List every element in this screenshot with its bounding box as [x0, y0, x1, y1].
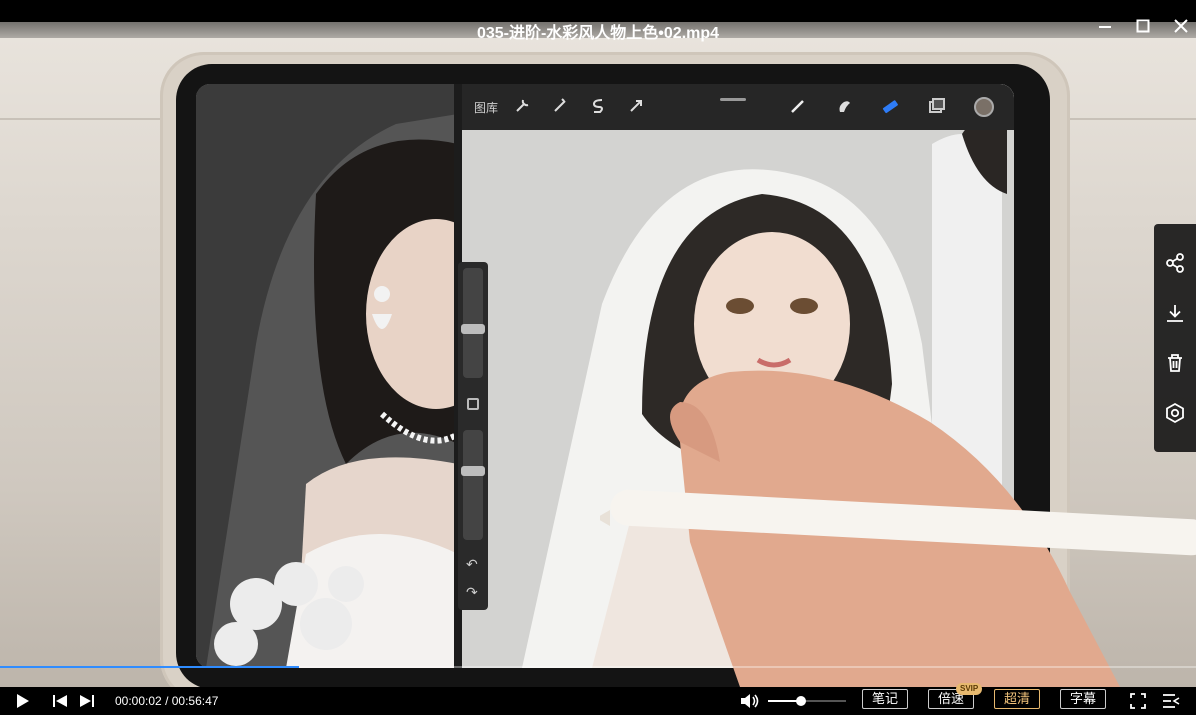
brush-icon	[791, 100, 804, 113]
progress-fill	[0, 666, 299, 668]
smudge-icon	[839, 101, 850, 112]
minimize-icon[interactable]	[1096, 17, 1114, 35]
progress-bar[interactable]	[0, 666, 1196, 668]
notes-button[interactable]: 笔记	[862, 689, 908, 709]
settings-icon	[1166, 402, 1184, 424]
app-toolbar: 图库	[462, 84, 1014, 130]
volume-slider[interactable]	[768, 700, 846, 702]
delete-button[interactable]	[1154, 342, 1196, 384]
close-icon[interactable]	[1172, 17, 1190, 35]
fullscreen-icon[interactable]	[1130, 693, 1146, 709]
magic-wand-icon	[554, 98, 566, 112]
transform-icon	[630, 100, 642, 112]
modify-square-icon	[467, 398, 479, 410]
video-frame[interactable]: 图库 ↶ ↷	[0, 22, 1196, 687]
volume-icon[interactable]	[740, 693, 760, 709]
delete-icon	[1168, 354, 1182, 372]
drag-handle	[720, 98, 746, 101]
video-player: 图库 ↶ ↷ 035-进阶-水彩风人物上色•02.mp4 00:00:02 / …	[0, 0, 1196, 715]
hand-with-pencil	[600, 370, 1196, 687]
wrench-icon	[516, 99, 529, 112]
undo-icon: ↶	[466, 556, 478, 572]
layers-icon	[929, 98, 945, 113]
window-title: 035-进阶-水彩风人物上色•02.mp4	[476, 25, 720, 42]
download-button[interactable]	[1154, 292, 1196, 334]
side-action-panel	[1154, 224, 1196, 452]
time-separator: /	[165, 694, 169, 708]
playlist-icon[interactable]	[1162, 693, 1180, 709]
time-display: 00:00:02 / 00:56:47	[115, 694, 218, 708]
volume-knob[interactable]	[795, 696, 806, 706]
brush-size-slider	[461, 268, 485, 378]
share-icon	[1166, 253, 1184, 273]
subtitle-button[interactable]: 字幕	[1060, 689, 1106, 709]
opacity-slider	[461, 430, 485, 540]
download-icon	[1167, 305, 1183, 322]
control-bar: 00:00:02 / 00:56:47 笔记 倍速 SVIP 超清 字幕	[0, 683, 1196, 715]
eraser-icon	[882, 100, 898, 114]
settings-button[interactable]	[1154, 392, 1196, 434]
quality-button[interactable]: 超清	[994, 689, 1040, 709]
current-time: 00:00:02	[115, 694, 162, 708]
selection-icon	[592, 99, 603, 113]
previous-icon[interactable]	[52, 693, 68, 709]
total-duration: 00:56:47	[171, 694, 219, 708]
next-icon[interactable]	[79, 693, 95, 709]
maximize-icon[interactable]	[1134, 17, 1152, 35]
svip-badge: SVIP	[956, 683, 983, 695]
share-button[interactable]	[1154, 242, 1196, 284]
play-icon[interactable]	[15, 693, 31, 709]
brush-size-knob	[461, 324, 485, 334]
color-swatch	[974, 97, 994, 117]
opacity-knob	[461, 466, 485, 476]
gallery-label: 图库	[474, 101, 499, 115]
app-sidebar: ↶ ↷	[458, 262, 488, 610]
reference-photo	[196, 84, 458, 668]
title-bar: 035-进阶-水彩风人物上色•02.mp4	[0, 0, 1196, 42]
redo-icon: ↷	[466, 584, 478, 600]
